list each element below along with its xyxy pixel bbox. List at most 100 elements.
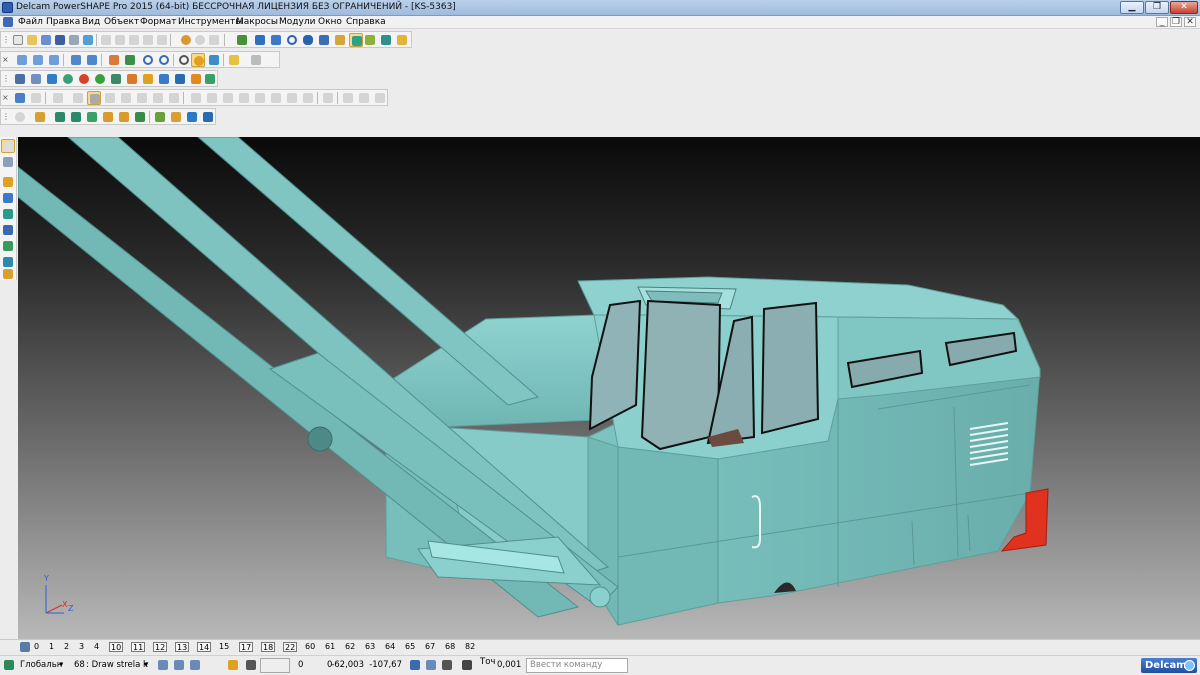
project-icon[interactable] — [167, 91, 181, 105]
curve-icon[interactable] — [301, 33, 315, 47]
box-icon[interactable] — [141, 72, 155, 86]
revolve-icon[interactable] — [69, 110, 83, 124]
level-button[interactable]: 13 — [175, 642, 190, 652]
blend-icon[interactable] — [117, 110, 131, 124]
solid-icon[interactable] — [363, 33, 377, 47]
shaded-icon[interactable] — [191, 53, 205, 67]
chamfer-icon[interactable] — [237, 91, 251, 105]
calculator-icon[interactable] — [408, 658, 422, 672]
y-coordinate[interactable]: -107,67 — [368, 658, 402, 673]
minimize-button[interactable]: ▁ — [1120, 1, 1144, 14]
level-button[interactable]: 18 — [261, 642, 276, 652]
menu-macros[interactable]: Макросы — [236, 17, 278, 27]
level-button[interactable]: 1 — [49, 642, 54, 652]
menu-file[interactable]: Файл — [18, 17, 43, 27]
surface-icon[interactable] — [349, 33, 363, 47]
drape-icon[interactable] — [153, 110, 167, 124]
level-button[interactable]: 14 — [197, 642, 212, 652]
menu-edit[interactable]: Правка — [46, 17, 80, 27]
toolbar-grip[interactable]: ⋮ — [2, 111, 10, 123]
new-file-icon[interactable] — [11, 33, 25, 47]
menu-modules[interactable]: Модули — [279, 17, 315, 27]
level-button[interactable]: 10 — [109, 642, 124, 652]
selection-info-icon[interactable] — [235, 33, 249, 47]
select-box-icon[interactable] — [1, 155, 15, 169]
zoom-in-icon[interactable] — [141, 53, 155, 67]
toolbar-grip[interactable]: ⋮ — [2, 34, 10, 46]
chevron-down-icon[interactable]: ▾ — [59, 660, 63, 670]
menu-view[interactable]: Вид — [82, 17, 100, 27]
x-field[interactable]: 0 — [298, 660, 303, 670]
fillet-icon[interactable] — [221, 91, 235, 105]
doc-restore-button[interactable]: ❐ — [1170, 17, 1182, 27]
toolbar-close-icon[interactable]: × — [2, 54, 9, 66]
toolbar-close-icon[interactable]: × — [2, 92, 9, 104]
boolean-icon[interactable] — [285, 91, 299, 105]
cube-icon[interactable] — [157, 72, 171, 86]
extend-icon[interactable] — [205, 91, 219, 105]
level-button[interactable]: 60 — [305, 642, 315, 652]
dimension-icon[interactable] — [333, 33, 347, 47]
pan-icon[interactable] — [123, 53, 137, 67]
view-front-icon[interactable] — [15, 53, 29, 67]
level-button[interactable]: 22 — [283, 642, 298, 652]
mirror-icon[interactable] — [119, 91, 133, 105]
fill-in-icon[interactable] — [169, 110, 183, 124]
view-left-icon[interactable] — [47, 53, 61, 67]
measure-icon[interactable] — [440, 658, 454, 672]
settings-icon[interactable] — [226, 658, 240, 672]
open-file-icon[interactable] — [25, 33, 39, 47]
level-button[interactable]: 62 — [345, 642, 355, 652]
view-iso-icon[interactable] — [69, 53, 83, 67]
level-button[interactable]: 12 — [153, 642, 168, 652]
mesh-icon[interactable] — [379, 33, 393, 47]
join-icon[interactable] — [269, 91, 283, 105]
maximize-button[interactable]: ❐ — [1145, 1, 1169, 14]
level-button[interactable]: 3 — [79, 642, 84, 652]
select-point-icon[interactable] — [1, 239, 15, 253]
intelligent-cursor-icon[interactable] — [188, 658, 202, 672]
level-button[interactable]: 17 — [239, 642, 254, 652]
edit-icon[interactable] — [141, 33, 155, 47]
chevron-down-icon[interactable]: ▾ — [144, 660, 148, 670]
intersect-icon[interactable] — [301, 91, 315, 105]
model-icon[interactable] — [13, 72, 27, 86]
lock-icon[interactable] — [373, 91, 387, 105]
sphere-icon[interactable] — [77, 72, 91, 86]
wrap-icon[interactable] — [201, 110, 215, 124]
sweep-icon[interactable] — [101, 110, 115, 124]
select-surface-icon[interactable] — [1, 175, 15, 189]
select-curve-icon[interactable] — [1, 207, 15, 221]
select-all-icon[interactable] — [13, 91, 27, 105]
zoom-out-icon[interactable] — [157, 53, 171, 67]
align-icon[interactable] — [321, 91, 335, 105]
grid-icon[interactable] — [244, 658, 258, 672]
command-input[interactable]: Ввести команду — [526, 658, 628, 673]
level-button[interactable]: 0 — [34, 642, 39, 652]
doc-minimize-button[interactable]: _ — [1156, 17, 1168, 27]
component-icon[interactable] — [203, 72, 217, 86]
menu-object[interactable]: Объект — [104, 17, 139, 27]
ungroup-icon[interactable] — [357, 91, 371, 105]
transform-icon[interactable] — [51, 91, 65, 105]
texture-icon[interactable] — [125, 72, 139, 86]
level-button[interactable]: 67 — [425, 642, 435, 652]
lighting-icon[interactable] — [227, 53, 241, 67]
document-icon[interactable] — [3, 17, 13, 27]
text-icon[interactable] — [317, 33, 331, 47]
level-button[interactable]: 68 — [445, 642, 455, 652]
wireframe-icon[interactable] — [207, 53, 221, 67]
cut-icon[interactable] — [99, 33, 113, 47]
menu-help[interactable]: Справка — [346, 17, 386, 27]
workplane-icon[interactable] — [2, 658, 16, 672]
snap-grid-icon[interactable] — [172, 658, 186, 672]
print-icon[interactable] — [67, 33, 81, 47]
menu-format[interactable]: Формат — [140, 17, 177, 27]
redo-icon[interactable] — [193, 33, 207, 47]
document-icon[interactable] — [29, 72, 43, 86]
level-button[interactable]: 65 — [405, 642, 415, 652]
shapes-icon[interactable] — [189, 72, 203, 86]
hand-icon[interactable] — [249, 53, 263, 67]
level-button[interactable]: 63 — [365, 642, 375, 652]
tolerance-value[interactable]: 0,001 — [497, 660, 521, 670]
